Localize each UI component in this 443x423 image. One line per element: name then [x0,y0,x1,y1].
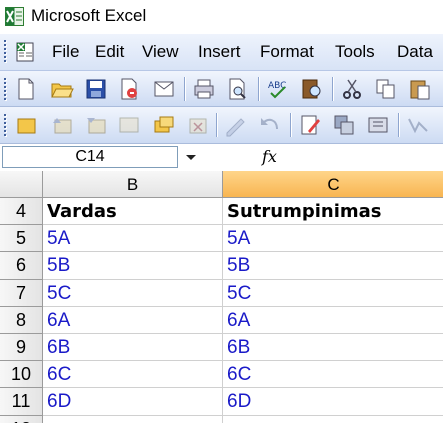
menu-grip[interactable] [4,40,8,64]
next-comment-icon[interactable] [84,113,108,137]
cell-b[interactable]: 5B [43,252,223,280]
row-header[interactable]: 10 [0,361,43,389]
row-header[interactable]: 5 [0,225,43,253]
toolbar-separator [216,113,217,137]
delete-comment-icon[interactable] [186,113,210,137]
formula-bar: C14 fx [0,144,443,172]
toolbar-separator [290,113,291,137]
menu-edit[interactable]: Edit [95,42,124,62]
chevron-down-icon[interactable] [178,146,204,168]
cell-c[interactable]: 5B [223,252,443,280]
row-header[interactable]: 12 [0,415,43,423]
research-icon[interactable] [300,77,324,101]
menu-format[interactable]: Format [260,42,314,62]
menu-view[interactable]: View [142,42,179,62]
edit-icon[interactable] [298,113,322,137]
cell-b[interactable]: 6A [43,306,223,334]
workbook-icon[interactable] [14,40,38,64]
toolbar-separator [184,77,185,101]
column-header-b[interactable]: B [43,171,223,198]
cell-b[interactable]: 6C [43,361,223,389]
cell-c[interactable]: Sutrumpinimas [223,198,443,226]
permission-icon[interactable] [117,77,141,101]
select-all-corner[interactable] [0,171,43,198]
previous-comment-icon[interactable] [50,113,74,137]
save-icon[interactable] [84,77,108,101]
menu-insert[interactable]: Insert [198,42,241,62]
cell-b[interactable]: 6D [43,388,223,416]
new-comment-icon[interactable] [14,113,38,137]
insert-function-button[interactable]: fx [262,147,277,166]
excel-app-icon [5,7,24,26]
spreadsheet-grid: B C 4 Vardas Sutrumpinimas 5 5A 5A 6 5B 5B 7 5C 5C 8… [0,171,443,423]
cell-c[interactable]: 5C [223,280,443,307]
attach-icon[interactable] [366,113,390,137]
row-header[interactable]: 6 [0,252,43,280]
menu-data[interactable]: Data [397,42,433,62]
cell-b[interactable]: 5C [43,279,223,307]
row-header[interactable]: 11 [0,388,43,416]
toolbar-grip[interactable] [4,78,8,102]
show-all-comments-icon[interactable] [152,113,176,137]
row-header[interactable]: 7 [0,279,43,307]
row-header[interactable]: 4 [0,198,43,226]
column-header-c[interactable]: C [223,171,443,198]
cell-c[interactable]: 6A [223,307,443,334]
cut-icon[interactable] [340,77,364,101]
cell-b[interactable] [43,415,223,423]
email-icon[interactable] [152,77,176,101]
toolbar-separator [398,113,399,137]
cell-c[interactable]: 6C [223,361,443,389]
formula-input[interactable] [290,146,441,168]
toolbar-separator [332,77,333,101]
undo-icon[interactable] [258,113,282,137]
cell-c[interactable]: 6B [223,334,443,362]
print-preview-icon[interactable] [226,77,250,101]
track-changes-icon[interactable] [224,113,248,137]
cell-b[interactable]: 5A [43,225,223,253]
reviewing-toolbar [0,107,443,144]
copy-icon[interactable] [374,77,398,101]
open-folder-icon[interactable] [50,77,74,101]
cell-b[interactable]: Vardas [43,198,223,226]
toolbar-separator [258,77,259,101]
name-box[interactable]: C14 [2,146,178,168]
menu-file[interactable]: File [52,42,79,62]
standard-toolbar: ABC [0,71,443,107]
workbook-compare-icon[interactable] [332,113,356,137]
menu-bar: File Edit View Insert Format Tools Data [0,34,443,71]
show-comment-icon[interactable] [117,113,141,137]
new-document-icon[interactable] [14,77,38,101]
cell-b[interactable]: 6B [43,334,223,362]
spelling-icon[interactable]: ABC [266,77,290,101]
cell-c[interactable] [223,416,443,423]
window-title: Microsoft Excel [31,6,147,25]
row-header[interactable]: 9 [0,334,43,362]
paste-icon[interactable] [408,77,432,101]
cell-c[interactable]: 6D [223,388,443,416]
print-icon[interactable] [192,77,216,101]
row-header[interactable]: 8 [0,306,43,334]
reply-icon[interactable] [406,113,430,137]
menu-tools[interactable]: Tools [335,42,375,62]
title-bar: Microsoft Excel [0,0,443,34]
cell-c[interactable]: 5A [223,225,443,253]
toolbar-grip[interactable] [4,114,8,138]
